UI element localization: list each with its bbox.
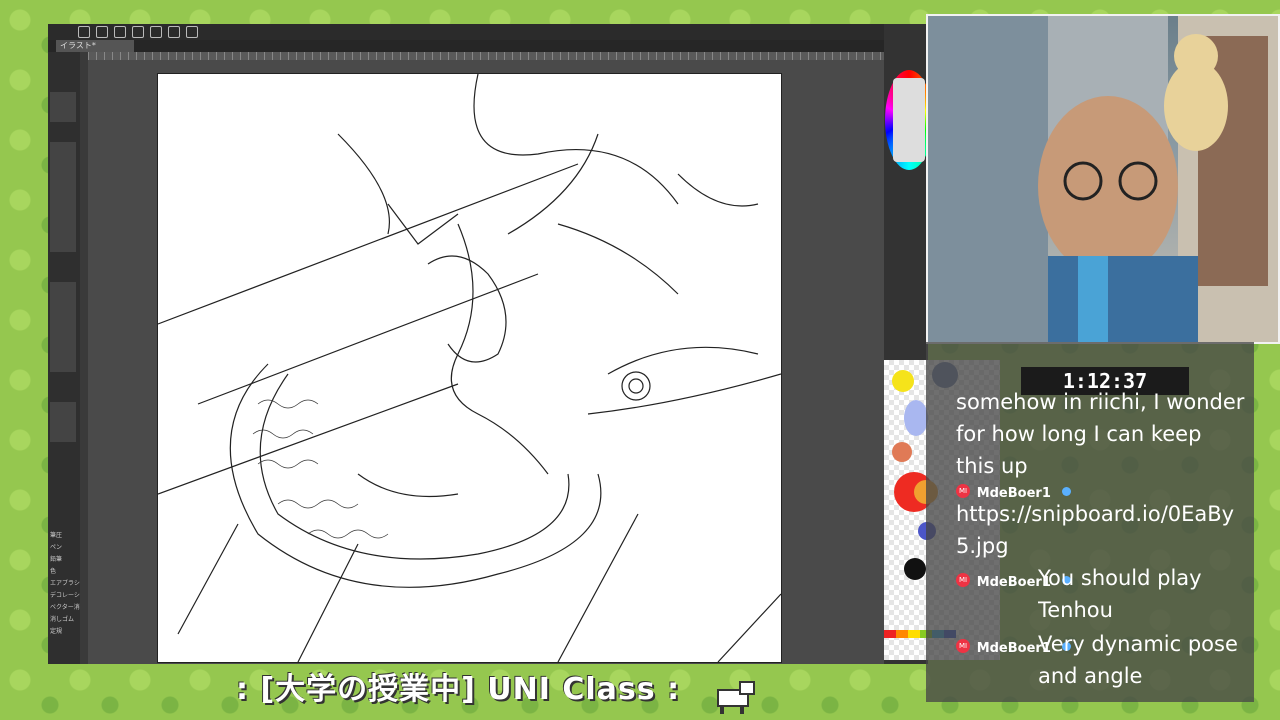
sub-tool-item[interactable]: 定規 — [48, 626, 80, 638]
webcam-feed — [926, 14, 1280, 344]
brush-settings[interactable] — [50, 282, 76, 372]
color-history-swatch[interactable] — [908, 630, 920, 638]
ruler — [88, 52, 928, 60]
menu-bar — [48, 24, 928, 40]
color-swatch[interactable] — [904, 558, 926, 580]
sub-tool-item[interactable]: 鉛筆 — [48, 554, 80, 566]
color-swatch[interactable] — [892, 370, 914, 392]
tab-document[interactable]: イラスト* — [56, 40, 134, 52]
chat-message-continuation: somehow in riichi, I wonder for how long… — [956, 390, 1245, 478]
sub-tool-list: 筆圧 ペン 鉛筆 色 エアブラシ デコレーション ベクター消去 消しゴム 定規 — [48, 530, 80, 638]
drawing-canvas[interactable] — [157, 73, 782, 663]
color-history-swatch[interactable] — [884, 630, 896, 638]
tool-property-panel: 筆圧 ペン 鉛筆 色 エアブラシ デコレーション ベクター消去 消しゴム 定規 — [48, 52, 80, 664]
sketch-drawing — [158, 74, 781, 662]
color-history-swatch[interactable] — [896, 630, 908, 638]
sub-tool-item[interactable]: 色 — [48, 566, 80, 578]
verified-icon — [1061, 486, 1071, 496]
pixel-cat-icon — [717, 681, 755, 714]
new-file-icon[interactable] — [78, 26, 90, 38]
transform-icon[interactable] — [168, 26, 180, 38]
sub-tool-panel[interactable] — [50, 142, 76, 252]
subscriber-badge: MI — [956, 639, 970, 653]
color-swatch[interactable] — [892, 442, 912, 462]
save-icon[interactable] — [114, 26, 126, 38]
ruler-icon[interactable] — [186, 26, 198, 38]
stream-caption: : [大学の授業中] UNI Class : — [236, 672, 681, 707]
redo-icon[interactable] — [150, 26, 162, 38]
sub-tool-item[interactable]: デコレーション — [48, 590, 80, 602]
sub-tool-item[interactable]: エアブラシ — [48, 578, 80, 590]
webcam-image — [928, 16, 1278, 342]
color-swatch[interactable] — [904, 400, 928, 436]
toolbar — [78, 26, 198, 38]
subscriber-badge: MI — [956, 573, 970, 587]
chat-message: https://snipboard.io/0EaBy5.jpg — [956, 502, 1235, 558]
sub-tool-item[interactable]: 消しゴム — [48, 614, 80, 626]
subscriber-badge: MI — [956, 484, 970, 498]
sub-tool-item[interactable]: 筆圧 — [48, 530, 80, 542]
color-square[interactable] — [893, 78, 925, 162]
chat-message: Very dynamic pose and angle — [1038, 632, 1238, 688]
chat-message: You should play Tenhou — [1038, 566, 1202, 622]
sub-tool-item[interactable]: ベクター消去 — [48, 602, 80, 614]
brush-size-panel[interactable] — [50, 402, 76, 442]
open-icon[interactable] — [96, 26, 108, 38]
sub-tool-item[interactable]: ペン — [48, 542, 80, 554]
undo-icon[interactable] — [132, 26, 144, 38]
tab-bar: イラスト* — [48, 40, 928, 52]
tool-palette[interactable] — [50, 92, 76, 122]
